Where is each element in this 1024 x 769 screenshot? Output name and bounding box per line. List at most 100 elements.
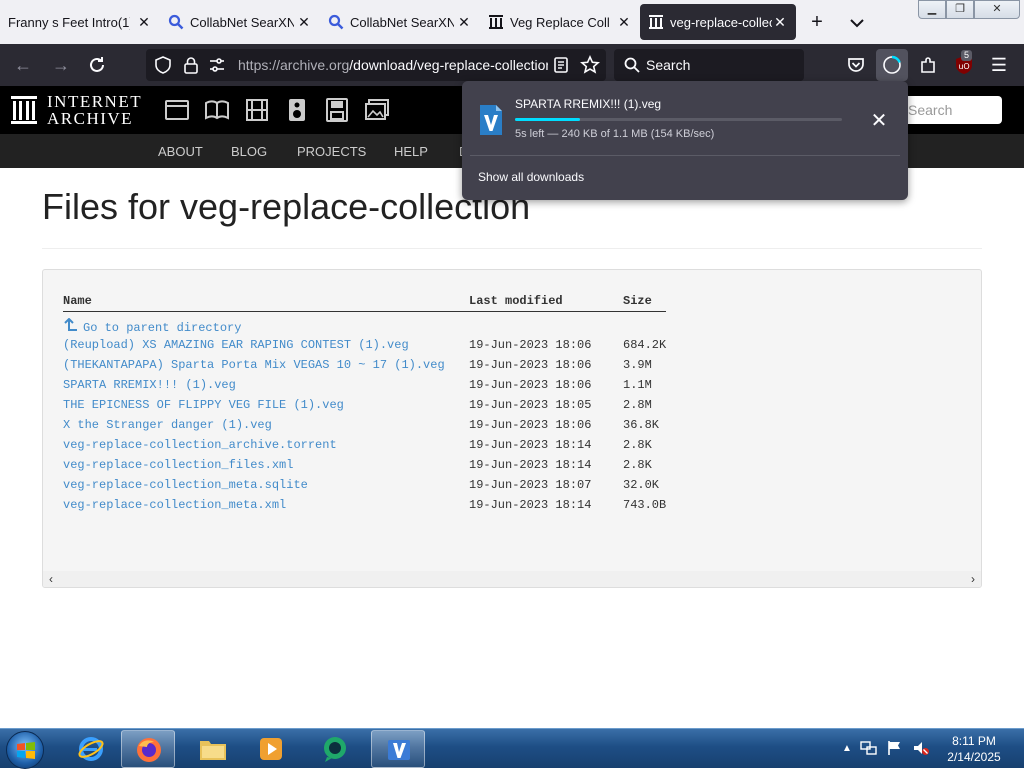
archive-logo-icon[interactable] <box>10 95 38 125</box>
extensions-puzzle-icon[interactable] <box>918 55 938 75</box>
close-tab-icon[interactable]: ✕ <box>772 14 788 30</box>
software-floppy-icon[interactable] <box>324 98 350 122</box>
taskbar-internet-explorer[interactable] <box>64 730 118 768</box>
url-bar[interactable]: https://archive.org/download/veg-replace… <box>146 49 606 81</box>
close-tab-icon[interactable]: ✕ <box>296 14 312 30</box>
file-link[interactable]: veg-replace-collection_meta.sqlite <box>63 478 308 492</box>
show-all-downloads-button[interactable]: Show all downloads <box>478 170 584 184</box>
tab-searxng-1[interactable]: CollabNet SearXNG ✕ <box>168 4 314 40</box>
file-size: 2.8K <box>623 458 652 472</box>
taskbar-app[interactable] <box>308 730 362 768</box>
shield-icon[interactable] <box>154 56 172 74</box>
archive-icon <box>489 15 503 29</box>
menu-hamburger-icon[interactable]: ☰ <box>988 54 1010 76</box>
reader-view-icon[interactable] <box>552 56 570 74</box>
reload-icon[interactable] <box>86 54 108 76</box>
file-size: 743.0B <box>623 498 667 512</box>
video-film-icon[interactable] <box>244 98 270 122</box>
texts-book-icon[interactable] <box>204 98 230 122</box>
forward-arrow-icon[interactable]: → <box>50 54 72 76</box>
file-modified: 19-Jun-2023 18:14 <box>469 498 592 512</box>
table-row: veg-replace-collection_files.xml 19-Jun-… <box>63 455 666 475</box>
archive-search-input[interactable]: Search <box>900 96 1002 124</box>
file-size: 2.8M <box>623 398 652 412</box>
file-link[interactable]: veg-replace-collection_files.xml <box>63 458 293 472</box>
horizontal-scrollbar[interactable]: ‹ › <box>43 571 981 587</box>
table-row: THE EPICNESS OF FLIPPY VEG FILE (1).veg … <box>63 395 666 415</box>
windows-logo-icon <box>17 742 35 759</box>
taskbar-firefox[interactable] <box>121 730 175 768</box>
scroll-left-icon[interactable]: ‹ <box>43 571 59 587</box>
images-icon[interactable] <box>364 98 390 122</box>
start-button[interactable] <box>6 731 44 769</box>
close-tab-icon[interactable]: ✕ <box>616 14 632 30</box>
column-header-modified[interactable]: Last modified <box>469 292 623 312</box>
file-link[interactable]: (Reupload) XS AMAZING EAR RAPING CONTEST… <box>63 338 409 352</box>
download-progress-fill <box>515 118 581 121</box>
search-bar[interactable]: Search <box>614 49 804 81</box>
action-center-flag-icon[interactable] <box>886 739 904 757</box>
nav-projects[interactable]: PROJECTS <box>297 144 366 159</box>
network-icon[interactable] <box>860 739 878 757</box>
download-file-name[interactable]: SPARTA RREMIX!!! (1).veg <box>515 97 661 111</box>
bookmark-star-icon[interactable] <box>580 55 600 75</box>
logo-line-2: ARCHIVE <box>47 109 134 128</box>
tab-title: Veg Replace Collecti <box>510 14 610 30</box>
page-title: Files for veg-replace-collection <box>42 186 531 227</box>
file-size: 32.0K <box>623 478 660 492</box>
tab-veg-replace-collection[interactable]: veg-replace-collect ✕ <box>640 4 796 40</box>
arrow-up-icon <box>64 317 77 331</box>
volume-muted-icon[interactable] <box>912 739 930 757</box>
folder-icon <box>200 741 226 760</box>
nav-blog[interactable]: BLOG <box>231 144 267 159</box>
nav-help[interactable]: HELP <box>394 144 428 159</box>
taskbar-media-player[interactable] <box>244 730 298 768</box>
audio-speaker-icon[interactable] <box>284 98 310 122</box>
downloads-button[interactable] <box>876 49 908 81</box>
archive-search-placeholder: Search <box>908 102 953 118</box>
file-link[interactable]: X the Stranger danger (1).veg <box>63 418 272 432</box>
table-row: veg-replace-collection_meta.xml 19-Jun-2… <box>63 495 666 515</box>
lock-icon[interactable] <box>182 56 200 74</box>
web-icon[interactable] <box>164 98 190 122</box>
parent-directory-link[interactable]: Go to parent directory <box>63 317 241 335</box>
back-arrow-icon[interactable]: ← <box>12 54 34 76</box>
archive-logo-text[interactable]: INTERNET ARCHIVE <box>47 93 142 127</box>
tab-veg-replace[interactable]: Veg Replace Collecti ✕ <box>488 4 634 40</box>
nav-about[interactable]: ABOUT <box>158 144 203 159</box>
file-modified: 19-Jun-2023 18:06 <box>469 378 592 392</box>
column-header-name[interactable]: Name <box>63 292 469 312</box>
pocket-icon[interactable] <box>846 55 866 75</box>
file-link[interactable]: SPARTA RREMIX!!! (1).veg <box>63 378 236 392</box>
close-tab-icon[interactable]: ✕ <box>456 14 472 30</box>
internet-explorer-icon <box>78 737 104 761</box>
new-tab-button[interactable]: + <box>806 12 828 34</box>
tab-title: veg-replace-collect <box>670 14 772 30</box>
archive-icon <box>649 15 663 29</box>
file-size: 3.9M <box>623 358 652 372</box>
permissions-icon[interactable] <box>208 56 226 74</box>
taskbar-file-explorer[interactable] <box>186 730 240 768</box>
file-link[interactable]: veg-replace-collection_meta.xml <box>63 498 286 512</box>
maximize-button[interactable]: ❐ <box>946 0 974 19</box>
system-tray: ▲ <box>842 739 930 759</box>
tab-title: CollabNet SearXNG <box>190 14 294 30</box>
url-text[interactable]: https://archive.org/download/veg-replace… <box>238 57 548 73</box>
close-tab-icon[interactable]: ✕ <box>136 14 152 30</box>
close-window-button[interactable]: ✕ <box>974 0 1020 19</box>
chevron-down-icon[interactable] <box>846 12 868 34</box>
system-clock[interactable]: 8:11 PM 2/14/2025 <box>940 733 1008 765</box>
show-hidden-icons-icon[interactable]: ▲ <box>842 739 852 759</box>
file-link[interactable]: (THEKANTAPAPA) Sparta Porta Mix VEGAS 10… <box>63 358 445 372</box>
tab-searxng-2[interactable]: CollabNet SearXNG ✕ <box>328 4 474 40</box>
tab-franny[interactable]: Franny s Feet Intro(1).m ✕ <box>8 4 154 40</box>
file-modified: 19-Jun-2023 18:07 <box>469 478 592 492</box>
minimize-button[interactable]: ▁ <box>918 0 946 19</box>
table-row: veg-replace-collection_archive.torrent 1… <box>63 435 666 455</box>
taskbar-vegas[interactable] <box>371 730 425 768</box>
column-header-size[interactable]: Size <box>623 292 667 312</box>
cancel-download-icon[interactable]: ✕ <box>867 109 891 133</box>
file-link[interactable]: veg-replace-collection_archive.torrent <box>63 438 337 452</box>
file-link[interactable]: THE EPICNESS OF FLIPPY VEG FILE (1).veg <box>63 398 344 412</box>
scroll-right-icon[interactable]: › <box>965 571 981 587</box>
